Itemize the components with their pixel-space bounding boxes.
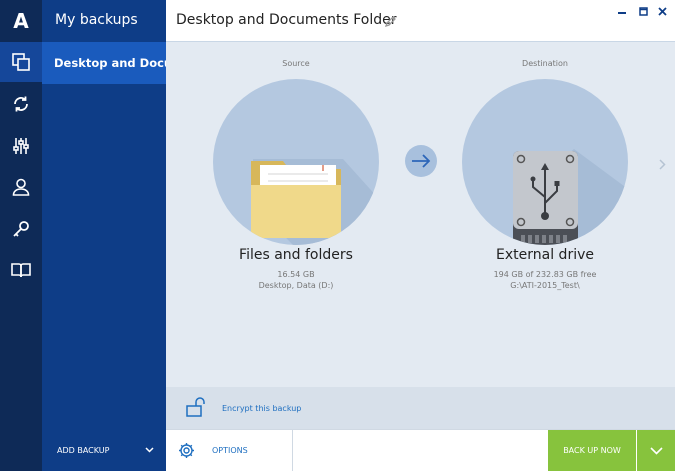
backup-overview: Source Files and folders 16.54 GB Deskto… [166,42,675,387]
tools-icon [13,138,29,154]
nav-rail: A [0,0,42,471]
pencil-icon [384,16,396,28]
destination-detail: G:\ATI-2015_Test\ [510,281,580,290]
book-icon [11,263,31,278]
rail-backup-button[interactable] [0,42,42,82]
destination-size: 194 GB of 232.83 GB free [493,270,597,279]
source-size: 16.54 GB [277,270,315,279]
unlock-icon [186,397,205,417]
sync-icon [14,96,28,112]
maximize-icon [638,6,648,16]
add-backup-label: ADD BACKUP [57,445,110,455]
account-icon [12,178,30,196]
acronis-logo: A [13,9,29,33]
header-bar: Desktop and Documents Folder [166,0,675,42]
usb-drive-icon [513,149,628,245]
chevron-down-icon [649,446,663,455]
gear-icon [179,443,194,458]
destination-selector[interactable] [462,79,628,245]
bottom-bar: OPTIONS BACK UP NOW [166,429,675,471]
rename-button[interactable] [384,13,397,32]
minimize-button[interactable] [615,5,629,17]
backups-panel: My backups Desktop and Docu... ADD BACKU… [42,0,166,471]
encrypt-bar: Encrypt this backup [166,387,675,429]
source-selector[interactable] [213,79,379,245]
direction-arrow [405,145,437,177]
add-backup-button[interactable]: ADD BACKUP [42,429,166,471]
arrow-right-icon [412,154,431,168]
source-title: Files and folders [239,247,353,263]
close-icon [657,6,667,16]
source-label: Source [282,59,310,68]
backup-copy-icon [12,53,30,71]
options-label: OPTIONS [212,446,248,455]
destination-label: Destination [522,59,568,68]
panel-title: My backups [55,12,138,28]
source-detail: Desktop, Data (D:) [258,281,334,290]
minimize-icon [618,12,626,14]
back-up-now-button[interactable]: BACK UP NOW [548,430,636,471]
rail-help-button[interactable] [0,250,42,290]
encrypt-toggle[interactable] [186,397,208,421]
maximize-button[interactable] [636,5,650,17]
more-destinations-button[interactable] [659,155,666,174]
key-icon [13,221,29,237]
backup-title: Desktop and Documents Folder [176,12,397,28]
rail-tools-button[interactable] [0,126,42,166]
folder-icon [251,159,379,245]
rail-key-button[interactable] [0,209,42,249]
rail-sync-button[interactable] [0,84,42,124]
options-button[interactable]: OPTIONS [166,430,293,471]
close-button[interactable] [655,5,669,17]
destination-title: External drive [496,247,594,263]
rail-account-button[interactable] [0,167,42,207]
backup-list-item[interactable]: Desktop and Docu... [42,42,166,84]
chevron-down-icon [145,447,154,453]
chevron-right-icon [659,159,666,170]
backup-options-dropdown[interactable] [637,430,675,471]
encrypt-link[interactable]: Encrypt this backup [222,404,301,413]
